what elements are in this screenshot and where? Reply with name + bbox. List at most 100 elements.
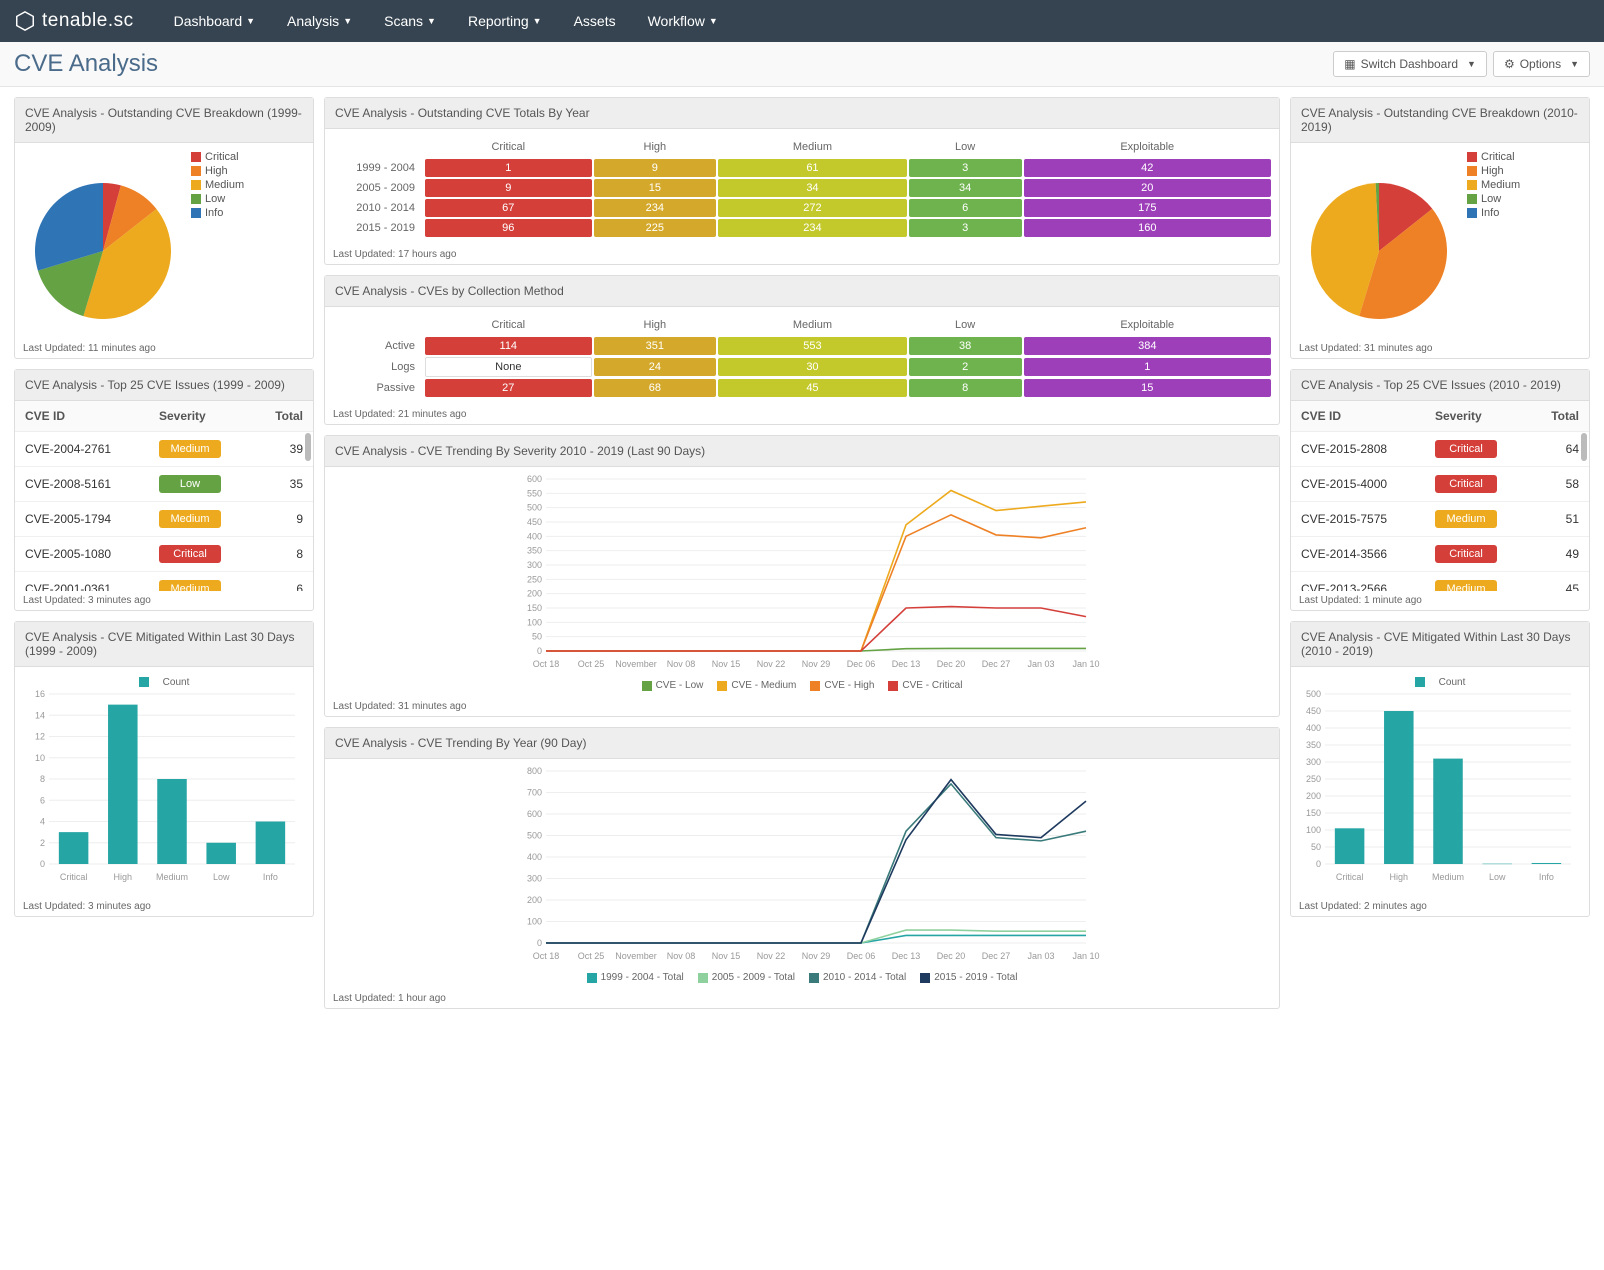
matrix-cell[interactable]: 38 <box>909 337 1022 355</box>
nav-reporting[interactable]: Reporting▼ <box>452 0 558 42</box>
matrix-cell[interactable]: 30 <box>718 358 907 376</box>
matrix-cell[interactable]: 553 <box>718 337 907 355</box>
matrix-cell[interactable]: 34 <box>909 179 1022 197</box>
bar[interactable] <box>1384 711 1414 864</box>
panel-pie-2010-2019: CVE Analysis - Outstanding CVE Breakdown… <box>1290 97 1590 359</box>
svg-text:300: 300 <box>527 874 542 884</box>
table-row[interactable]: CVE-2014-3566Critical49 <box>1291 537 1589 572</box>
svg-text:Jan 03: Jan 03 <box>1027 951 1054 961</box>
sub-header: CVE Analysis ▦ Switch Dashboard ▼ ⚙ Opti… <box>0 42 1604 87</box>
svg-text:0: 0 <box>1316 859 1321 869</box>
bar[interactable] <box>59 832 89 864</box>
pie-chart[interactable] <box>23 151 183 331</box>
bar[interactable] <box>157 779 187 864</box>
matrix-cell[interactable]: 1 <box>425 159 592 177</box>
table-row[interactable]: CVE-2001-0361Medium6 <box>15 572 313 592</box>
table-row[interactable]: CVE-2008-5161Low35 <box>15 467 313 502</box>
legend-item: Low <box>191 193 244 205</box>
matrix-cell[interactable]: 68 <box>594 379 717 397</box>
matrix-row[interactable]: 1999 - 20041961342 <box>333 159 1271 177</box>
bar[interactable] <box>1532 863 1562 864</box>
table-row[interactable]: CVE-2015-2808Critical64 <box>1291 432 1589 467</box>
line-series[interactable] <box>546 780 1086 943</box>
matrix-cell[interactable]: 20 <box>1024 179 1271 197</box>
svg-text:0: 0 <box>537 646 542 656</box>
line-series[interactable] <box>546 607 1086 651</box>
bar-chart[interactable]: 0246810121416CriticalHighMediumLowInfo <box>21 688 301 888</box>
matrix-cell[interactable]: 9 <box>425 179 592 197</box>
matrix-cell[interactable]: 3 <box>909 159 1022 177</box>
matrix-cell[interactable]: 24 <box>594 358 717 376</box>
table-row[interactable]: CVE-2015-7575Medium51 <box>1291 502 1589 537</box>
matrix-cell[interactable]: 8 <box>909 379 1022 397</box>
line-chart[interactable]: 050100150200250300350400450500550600Oct … <box>331 473 1273 673</box>
line-series[interactable] <box>546 784 1086 943</box>
matrix-cell[interactable]: 234 <box>718 219 907 237</box>
table-top25b[interactable]: CVE IDSeverityTotalCVE-2015-2808Critical… <box>1291 401 1589 591</box>
matrix-cell[interactable]: 42 <box>1024 159 1271 177</box>
line-series[interactable] <box>546 930 1086 943</box>
table-row[interactable]: CVE-2004-2761Medium39 <box>15 432 313 467</box>
bar[interactable] <box>108 705 138 864</box>
bar[interactable] <box>256 822 286 865</box>
matrix-cell[interactable]: 160 <box>1024 219 1271 237</box>
matrix-row[interactable]: Active11435155338384 <box>333 337 1271 355</box>
matrix-cell[interactable]: 175 <box>1024 199 1271 217</box>
bar[interactable] <box>206 843 236 864</box>
matrix-cell[interactable]: 61 <box>718 159 907 177</box>
matrix-row[interactable]: 2010 - 2014672342726175 <box>333 199 1271 217</box>
matrix-cell[interactable]: None <box>425 357 592 377</box>
nav-assets[interactable]: Assets <box>558 0 632 42</box>
bar[interactable] <box>1335 828 1365 864</box>
nav-workflow[interactable]: Workflow▼ <box>632 0 734 42</box>
brand-text: tenable.sc <box>42 10 134 32</box>
switch-dashboard-button[interactable]: ▦ Switch Dashboard ▼ <box>1333 51 1487 77</box>
brand-logo[interactable]: tenable.sc <box>14 10 134 32</box>
line-chart[interactable]: 0100200300400500600700800Oct 18Oct 25Nov… <box>331 765 1273 965</box>
matrix-cell[interactable]: 3 <box>909 219 1022 237</box>
matrix-cell[interactable]: 234 <box>594 199 717 217</box>
table-row[interactable]: CVE-2013-2566Medium45 <box>1291 572 1589 592</box>
bar[interactable] <box>1482 864 1512 865</box>
svg-text:150: 150 <box>1306 808 1321 818</box>
bar[interactable] <box>1433 759 1463 864</box>
matrix-cell[interactable]: 1 <box>1024 358 1271 376</box>
nav-dashboard[interactable]: Dashboard▼ <box>158 0 271 42</box>
table-row[interactable]: CVE-2005-1794Medium9 <box>15 502 313 537</box>
matrix-cell[interactable]: 15 <box>594 179 717 197</box>
matrix-cell[interactable]: 96 <box>425 219 592 237</box>
nav-scans[interactable]: Scans▼ <box>368 0 452 42</box>
matrix-cell[interactable]: 27 <box>425 379 592 397</box>
pie-chart[interactable] <box>1299 151 1459 331</box>
matrix-cell[interactable]: 114 <box>425 337 592 355</box>
line-series[interactable] <box>546 515 1086 651</box>
line-series[interactable] <box>546 490 1086 651</box>
matrix-cell[interactable]: 34 <box>718 179 907 197</box>
matrix-cell[interactable]: 2 <box>909 358 1022 376</box>
table-row[interactable]: CVE-2005-1080Critical8 <box>15 537 313 572</box>
table-row[interactable]: CVE-2015-4000Critical58 <box>1291 467 1589 502</box>
matrix-cell[interactable]: 15 <box>1024 379 1271 397</box>
matrix-cell[interactable]: 9 <box>594 159 717 177</box>
matrix-cell[interactable]: 351 <box>594 337 717 355</box>
matrix-cell[interactable]: 384 <box>1024 337 1271 355</box>
matrix-cell[interactable]: 272 <box>718 199 907 217</box>
options-button[interactable]: ⚙ Options ▼ <box>1493 51 1590 77</box>
line-series[interactable] <box>546 935 1086 943</box>
matrix-totals-year[interactable]: CriticalHighMediumLowExploitable1999 - 2… <box>331 135 1273 239</box>
scrollbar[interactable] <box>305 433 311 461</box>
matrix-cell[interactable]: 225 <box>594 219 717 237</box>
scrollbar[interactable] <box>1581 433 1587 461</box>
matrix-row[interactable]: LogsNone243021 <box>333 357 1271 377</box>
matrix-row[interactable]: 2005 - 2009915343420 <box>333 179 1271 197</box>
matrix-row[interactable]: 2015 - 2019962252343160 <box>333 219 1271 237</box>
matrix-row[interactable]: Passive276845815 <box>333 379 1271 397</box>
table-top25a[interactable]: CVE IDSeverityTotalCVE-2004-2761Medium39… <box>15 401 313 591</box>
nav-analysis[interactable]: Analysis▼ <box>271 0 368 42</box>
matrix-cell[interactable]: 67 <box>425 199 592 217</box>
matrix-cell[interactable]: 6 <box>909 199 1022 217</box>
matrix-cell[interactable]: 45 <box>718 379 907 397</box>
matrix-collection[interactable]: CriticalHighMediumLowExploitableActive11… <box>331 313 1273 399</box>
svg-text:400: 400 <box>1306 723 1321 733</box>
bar-chart[interactable]: 050100150200250300350400450500CriticalHi… <box>1297 688 1577 888</box>
